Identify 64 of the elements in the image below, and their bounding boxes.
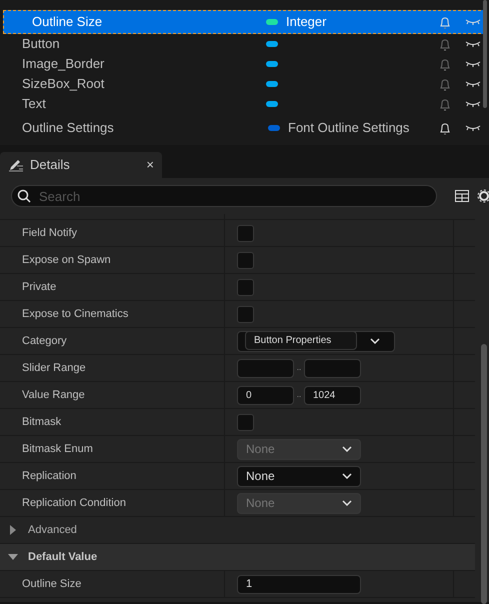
variable-name: Outline Settings bbox=[21, 119, 115, 138]
property-label: Expose on Spawn bbox=[22, 252, 111, 268]
variable-type: Integer bbox=[285, 13, 328, 32]
expanded-arrow-icon[interactable] bbox=[8, 554, 18, 560]
closed-eye-icon[interactable] bbox=[465, 124, 481, 132]
variable-row[interactable]: Text bbox=[3, 94, 486, 114]
variable-name: Button bbox=[21, 35, 61, 54]
variable-type: Font Outline Settings bbox=[287, 119, 410, 138]
property-label: Value Range bbox=[22, 388, 85, 403]
variable-row[interactable]: Button bbox=[3, 34, 486, 54]
number-field[interactable]: 0 bbox=[237, 386, 294, 404]
variable-row[interactable]: Outline Settings Font Outline Settings bbox=[3, 118, 486, 138]
scrollbar[interactable] bbox=[481, 344, 487, 604]
range-separator: .. bbox=[296, 389, 302, 401]
section-header[interactable]: Default Value bbox=[28, 548, 98, 566]
closed-eye-icon[interactable] bbox=[465, 40, 481, 48]
closed-eye-icon[interactable] bbox=[465, 80, 481, 88]
property-label: Replication bbox=[22, 468, 76, 484]
property-label: Field Notify bbox=[22, 226, 78, 241]
chevron-down-icon bbox=[342, 500, 352, 506]
property-label: Replication Condition bbox=[22, 496, 126, 511]
chevron-down-icon bbox=[342, 473, 352, 479]
property-label: Bitmask Enum bbox=[22, 442, 93, 457]
number-field[interactable]: 1024 bbox=[304, 386, 361, 404]
scrollbar[interactable] bbox=[483, 0, 487, 108]
collapsed-arrow-icon[interactable] bbox=[8, 525, 18, 535]
section-header[interactable]: Advanced bbox=[28, 522, 77, 538]
property-label: Bitmask bbox=[22, 414, 62, 430]
settings-icon[interactable] bbox=[477, 189, 489, 203]
number-field[interactable] bbox=[304, 358, 361, 378]
details-tab[interactable]: Details × bbox=[0, 152, 162, 178]
number-field[interactable]: 1 bbox=[237, 574, 361, 594]
dropdown[interactable]: None bbox=[237, 466, 361, 486]
chevron-down-icon bbox=[342, 446, 352, 452]
closed-eye-icon[interactable] bbox=[465, 60, 481, 68]
tab-title: Details bbox=[30, 156, 71, 174]
checkbox[interactable] bbox=[237, 306, 254, 322]
checkbox[interactable] bbox=[237, 252, 254, 268]
checkbox[interactable] bbox=[237, 224, 254, 242]
number-field[interactable] bbox=[237, 358, 294, 378]
variable-row[interactable]: SizeBox_Root bbox=[3, 74, 486, 94]
checkbox[interactable] bbox=[237, 414, 254, 430]
variable-row[interactable]: Image_Border bbox=[3, 54, 486, 74]
variable-name: Outline Size bbox=[31, 13, 104, 32]
bell-icon[interactable] bbox=[439, 122, 451, 134]
category-combo-box[interactable]: Button Properties bbox=[237, 330, 395, 352]
search-icon bbox=[17, 189, 31, 203]
pencil-icon bbox=[8, 158, 24, 172]
closed-eye-icon[interactable] bbox=[465, 100, 481, 108]
property-label: Private bbox=[22, 280, 56, 295]
table-icon[interactable] bbox=[455, 190, 469, 202]
property-label: Slider Range bbox=[22, 360, 86, 376]
property-label: Expose to Cinematics bbox=[22, 306, 128, 322]
category-text-field[interactable]: Button Properties bbox=[245, 330, 357, 350]
property-label: Category bbox=[22, 334, 67, 349]
variable-name: Text bbox=[21, 95, 47, 114]
search-field[interactable]: Search bbox=[11, 185, 437, 207]
close-button[interactable]: × bbox=[146, 155, 154, 175]
variable-name: SizeBox_Root bbox=[21, 75, 106, 94]
property-label: Outline Size bbox=[22, 576, 82, 592]
range-separator: .. bbox=[296, 362, 302, 374]
checkbox[interactable] bbox=[237, 278, 254, 296]
chevron-down-icon bbox=[370, 338, 380, 344]
variable-name: Image_Border bbox=[21, 55, 106, 74]
